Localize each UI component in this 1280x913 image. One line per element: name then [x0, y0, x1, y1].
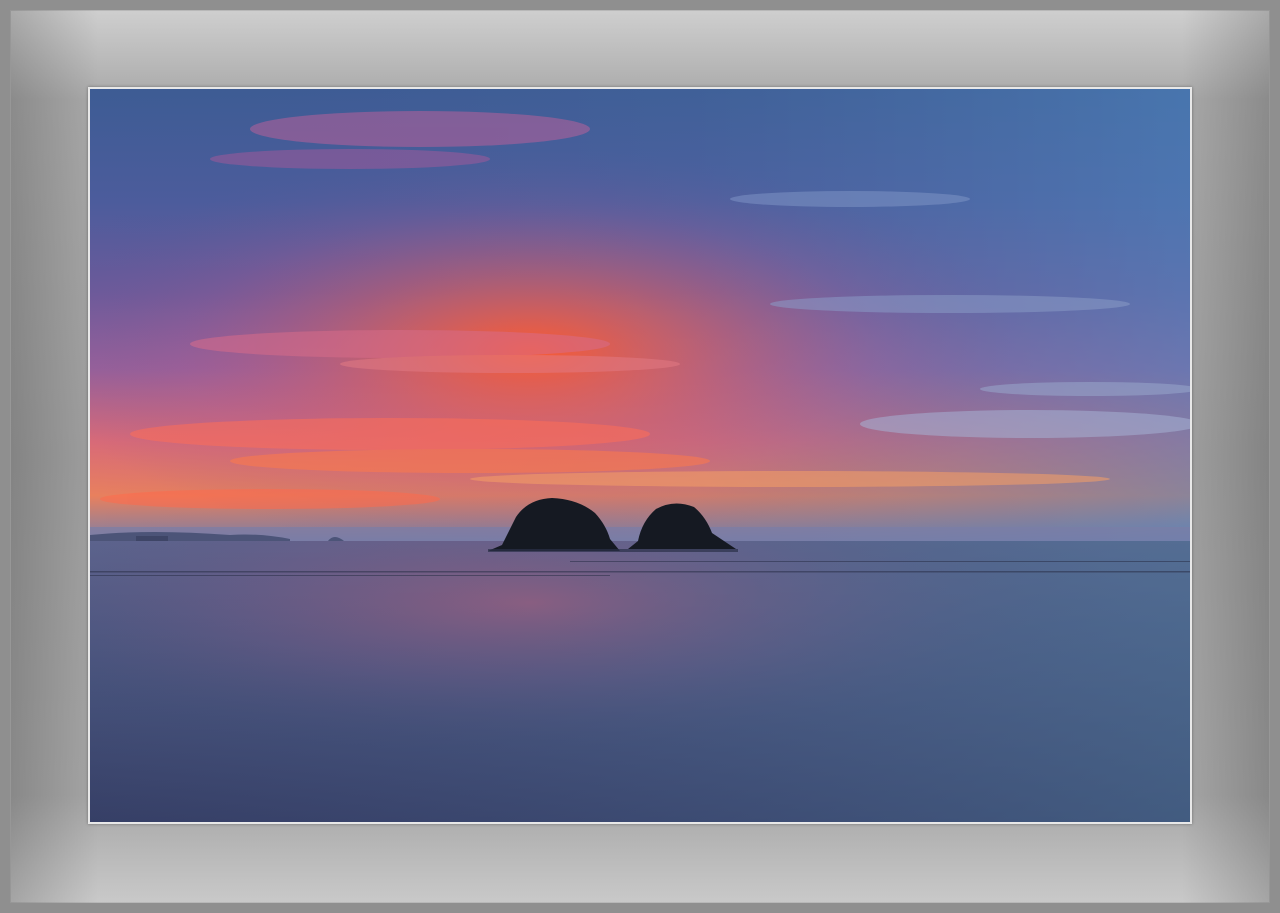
- photo-illustration: [90, 89, 1190, 822]
- picture-frame-outer: [0, 0, 1280, 913]
- sunset-seascape-photo: [90, 89, 1190, 822]
